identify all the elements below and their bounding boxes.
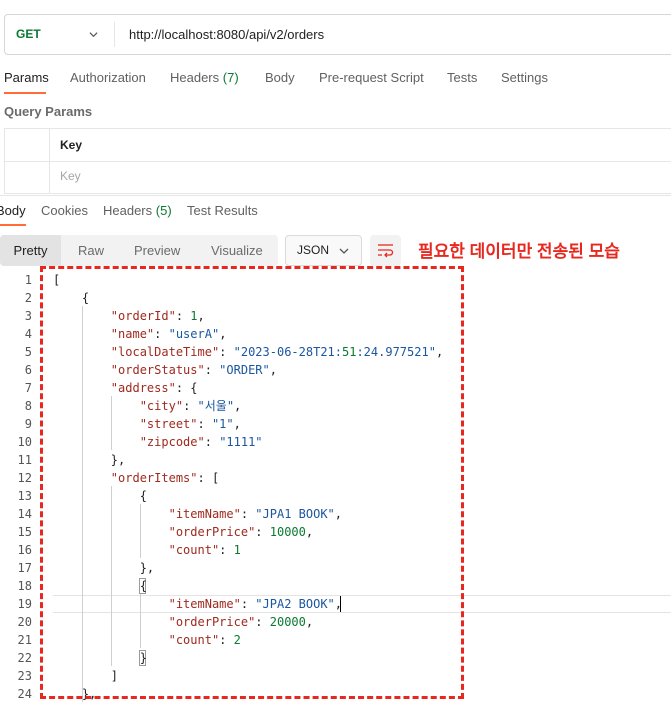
query-params-title: Query Params	[4, 104, 93, 119]
response-tab-body[interactable]: Body	[0, 203, 26, 218]
line-number: 23	[17, 669, 32, 683]
code-line: },	[53, 687, 97, 701]
tab-settings[interactable]: Settings	[501, 70, 548, 85]
code-line: "orderStatus": "ORDER",	[110, 363, 277, 377]
code-line: {	[53, 579, 147, 593]
line-number: 3	[24, 309, 32, 323]
format-select-value: JSON	[297, 243, 330, 257]
code-line: {	[53, 489, 147, 503]
line-number: 6	[24, 363, 32, 377]
line-number: 22	[17, 651, 32, 665]
code-line: "zipcode": "1111"	[139, 435, 263, 449]
line-number: 18	[17, 579, 32, 593]
active-tab-indicator	[4, 92, 46, 94]
code-line: "name": "userA",	[110, 327, 227, 341]
tab-pre-request-script[interactable]: Pre-request Script	[319, 70, 424, 85]
active-response-tab-indicator	[0, 224, 26, 226]
line-number: 12	[17, 471, 32, 485]
view-mode-preview[interactable]: Preview	[134, 235, 180, 266]
code-line: },	[53, 561, 155, 575]
line-number: 20	[17, 615, 32, 629]
code-line: }	[53, 651, 147, 665]
section-divider	[0, 195, 671, 196]
line-number: 10	[17, 435, 32, 449]
tab-authorization[interactable]: Authorization	[70, 70, 146, 85]
chevron-down-icon[interactable]	[89, 30, 98, 39]
line-number: 5	[24, 345, 32, 359]
annotation-label: 필요한 데이터만 전송된 모습	[418, 242, 620, 261]
view-mode-pretty[interactable]: Pretty	[0, 235, 61, 266]
param-key-input[interactable]: Key	[60, 169, 81, 183]
code-line: "city": "서울",	[139, 399, 242, 413]
method-select[interactable]: GET	[16, 15, 41, 54]
response-tab-test-results[interactable]: Test Results	[187, 203, 258, 218]
view-mode-visualize[interactable]: Visualize	[211, 235, 263, 266]
url-bar: GET http://localhost:8080/api/v2/orders	[4, 14, 671, 55]
code-line: "orderId": 1,	[110, 309, 205, 323]
line-number: 24	[17, 687, 32, 701]
tab-headers[interactable]: Headers (7)	[170, 70, 239, 85]
chevron-down-icon	[339, 248, 349, 254]
line-number: 4	[24, 327, 32, 341]
code-line: [	[53, 273, 61, 287]
view-mode-group: Pretty Raw Preview Visualize	[0, 235, 278, 266]
line-number: 11	[17, 453, 32, 467]
code-line: "orderPrice": 20000,	[168, 615, 314, 629]
code-line: "orderItems": [	[110, 471, 220, 485]
code-line: "itemName": "JPA2 BOOK",	[168, 597, 343, 611]
code-line: "count": 1	[168, 543, 241, 557]
url-input[interactable]: http://localhost:8080/api/v2/orders	[129, 15, 324, 54]
code-line: {	[53, 291, 90, 305]
line-number: 1	[24, 273, 32, 287]
response-tab-headers[interactable]: Headers (5)	[103, 203, 172, 218]
line-number: 7	[24, 381, 32, 395]
line-number: 21	[17, 633, 32, 647]
wrap-lines-button[interactable]	[370, 235, 401, 266]
code-line: },	[53, 453, 126, 467]
line-number: 15	[17, 525, 32, 539]
code-line: "address": {	[110, 381, 198, 395]
code-line: "orderPrice": 10000,	[168, 525, 314, 539]
tab-body[interactable]: Body	[265, 70, 295, 85]
line-number: 8	[24, 399, 32, 413]
format-select[interactable]: JSON	[285, 235, 362, 266]
line-number: 19	[17, 597, 32, 611]
response-tab-cookies[interactable]: Cookies	[41, 203, 88, 218]
line-number: 16	[17, 543, 32, 557]
line-number: 17	[17, 561, 32, 575]
response-body[interactable]: 1[2 {3 "orderId": 1, 4 "name": "userA", 5 …	[0, 270, 671, 708]
view-mode-raw[interactable]: Raw	[78, 235, 104, 266]
wrap-lines-icon	[378, 244, 394, 258]
query-params-table: Key Key	[4, 128, 671, 194]
line-number: 14	[17, 507, 32, 521]
code-line: "itemName": "JPA1 BOOK",	[168, 507, 343, 521]
line-number: 13	[17, 489, 32, 503]
tab-params[interactable]: Params	[4, 70, 49, 85]
line-number: 2	[24, 291, 32, 305]
tab-tests[interactable]: Tests	[447, 70, 477, 85]
table-row-divider	[5, 161, 671, 162]
url-divider	[114, 22, 115, 47]
code-line: "count": 2	[168, 633, 241, 647]
table-header-key: Key	[60, 138, 83, 152]
code-line: ]	[53, 669, 119, 683]
code-line: "street": "1",	[139, 417, 241, 431]
code-line: "localDateTime": "2023-06-28T21:51:24.97…	[110, 345, 444, 359]
line-number: 9	[24, 417, 32, 431]
